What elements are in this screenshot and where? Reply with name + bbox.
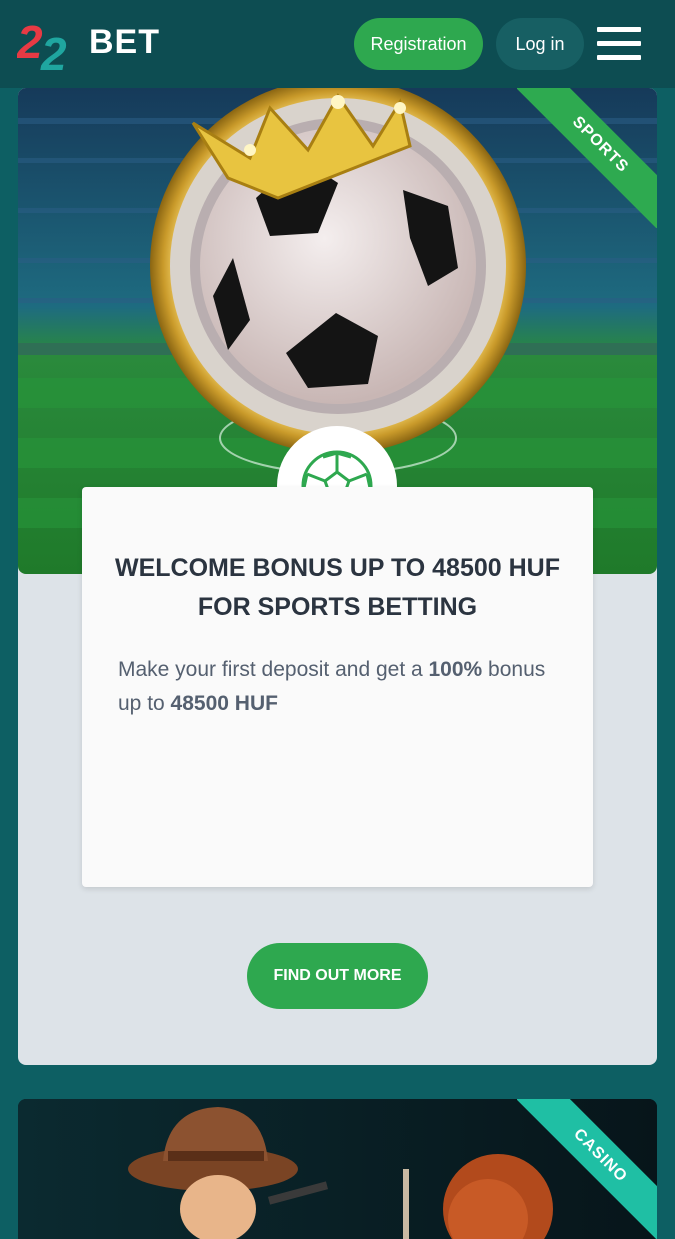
sports-ribbon: SPORTS bbox=[517, 88, 657, 228]
login-button[interactable]: Log in bbox=[496, 18, 584, 70]
casino-ribbon-label: CASINO bbox=[517, 1099, 657, 1239]
bonus-info-panel: WELCOME BONUS UP TO 48500 HUF FOR SPORTS… bbox=[82, 487, 593, 887]
bonus-title: WELCOME BONUS UP TO 48500 HUF FOR SPORTS… bbox=[115, 554, 560, 621]
find-out-more-button[interactable]: FIND OUT MORE bbox=[247, 943, 428, 1009]
hamburger-menu-icon[interactable] bbox=[597, 27, 641, 61]
casino-ribbon: CASINO bbox=[517, 1099, 657, 1239]
registration-button[interactable]: Registration bbox=[354, 18, 483, 70]
svg-text:2: 2 bbox=[40, 28, 67, 76]
logo-wordmark: BET bbox=[89, 23, 160, 61]
bonus-percent: 100% bbox=[428, 658, 483, 681]
brand-logo[interactable]: 2 2 BET bbox=[16, 14, 173, 80]
sports-bonus-card: SPORTS WELCOME BONUS UP TO 48500 HUF FOR… bbox=[18, 88, 657, 1065]
bonus-description: Make your first deposit and get a 100% b… bbox=[118, 653, 568, 721]
bonus-text-before: Make your first deposit and get a bbox=[118, 658, 429, 681]
svg-text:2: 2 bbox=[17, 16, 43, 68]
sports-ribbon-label: SPORTS bbox=[517, 88, 657, 228]
top-header: 2 2 BET Registration Log in bbox=[0, 0, 675, 88]
bonus-amount: 48500 HUF bbox=[170, 692, 278, 715]
casino-bonus-card: CASINO bbox=[18, 1099, 657, 1239]
